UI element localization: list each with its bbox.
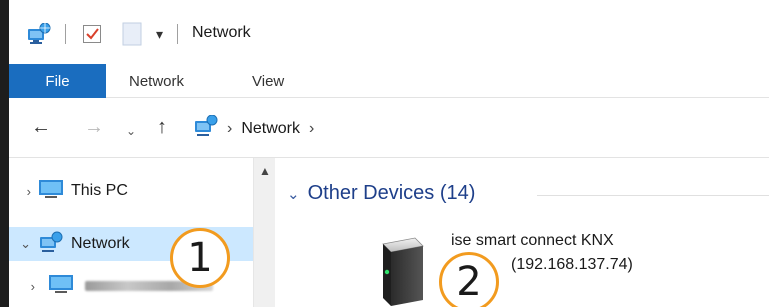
tab-network[interactable]: Network <box>129 64 184 98</box>
sidebar-item-this-pc[interactable]: › This PC <box>9 174 253 208</box>
title-bar: ▾ Network <box>9 0 769 64</box>
navigation-bar: ← → ⌄ ↑ › Network › <box>9 98 769 158</box>
breadcrumb-network[interactable]: Network <box>241 120 300 138</box>
back-arrow-icon[interactable]: ← <box>31 117 51 137</box>
monitor-icon <box>37 178 65 204</box>
network-app-icon[interactable] <box>25 22 51 46</box>
recent-locations-chevron-icon[interactable]: ⌄ <box>126 121 136 141</box>
monitor-icon <box>47 273 75 299</box>
navigation-pane: › This PC ⌄ Network › <box>9 158 271 307</box>
qat-separator <box>65 22 66 46</box>
callout-marker-1: 1 <box>170 228 230 288</box>
address-bar[interactable]: › Network › <box>192 114 323 142</box>
ribbon-tabs: File Network View <box>9 64 769 98</box>
up-arrow-icon[interactable]: ↑ <box>157 117 167 137</box>
address-chevron-end-icon[interactable]: › <box>309 120 314 138</box>
properties-checkbox-icon[interactable] <box>82 22 104 46</box>
group-header-other-devices[interactable]: ⌄ Other Devices (14) <box>287 182 475 205</box>
group-title: Other Devices (14) <box>307 182 476 204</box>
group-divider <box>537 195 769 196</box>
qat-separator-2 <box>177 22 178 46</box>
customize-qat-dropdown-icon[interactable]: ▾ <box>156 22 163 46</box>
window-left-edge <box>0 0 9 307</box>
explorer-window: ▾ Network File Network View ← → ⌄ ↑ › Ne… <box>9 0 769 307</box>
tab-view[interactable]: View <box>252 64 284 98</box>
expand-chevron-icon[interactable]: › <box>9 279 37 294</box>
forward-arrow-icon[interactable]: → <box>84 117 104 137</box>
device-name: ise smart connect KNX <box>451 232 614 249</box>
content-pane: ⌄ Other Devices (14) ise smart connect K… <box>275 158 769 307</box>
device-item[interactable]: ise smart connect KNX (192.168.137.74) <box>359 232 689 307</box>
new-folder-icon[interactable] <box>122 22 142 46</box>
sidebar-scrollbar[interactable]: ▲ <box>253 158 275 307</box>
server-device-icon <box>377 234 425 307</box>
address-network-icon <box>192 114 218 142</box>
window-title: Network <box>192 24 251 41</box>
tab-file[interactable]: File <box>9 64 106 98</box>
group-collapse-chevron-icon[interactable]: ⌄ <box>287 185 300 203</box>
sidebar-item-label: This PC <box>71 182 128 199</box>
collapse-chevron-icon[interactable]: ⌄ <box>9 236 37 252</box>
callout-marker-2: 2 <box>439 252 499 307</box>
scroll-up-arrow-icon[interactable]: ▲ <box>259 164 271 178</box>
device-ip-address: (192.168.137.74) <box>511 256 633 273</box>
expand-chevron-icon[interactable]: › <box>9 184 37 199</box>
address-chevron-icon[interactable]: › <box>227 120 232 138</box>
network-icon <box>37 231 65 257</box>
sidebar-item-label: Network <box>71 235 130 252</box>
